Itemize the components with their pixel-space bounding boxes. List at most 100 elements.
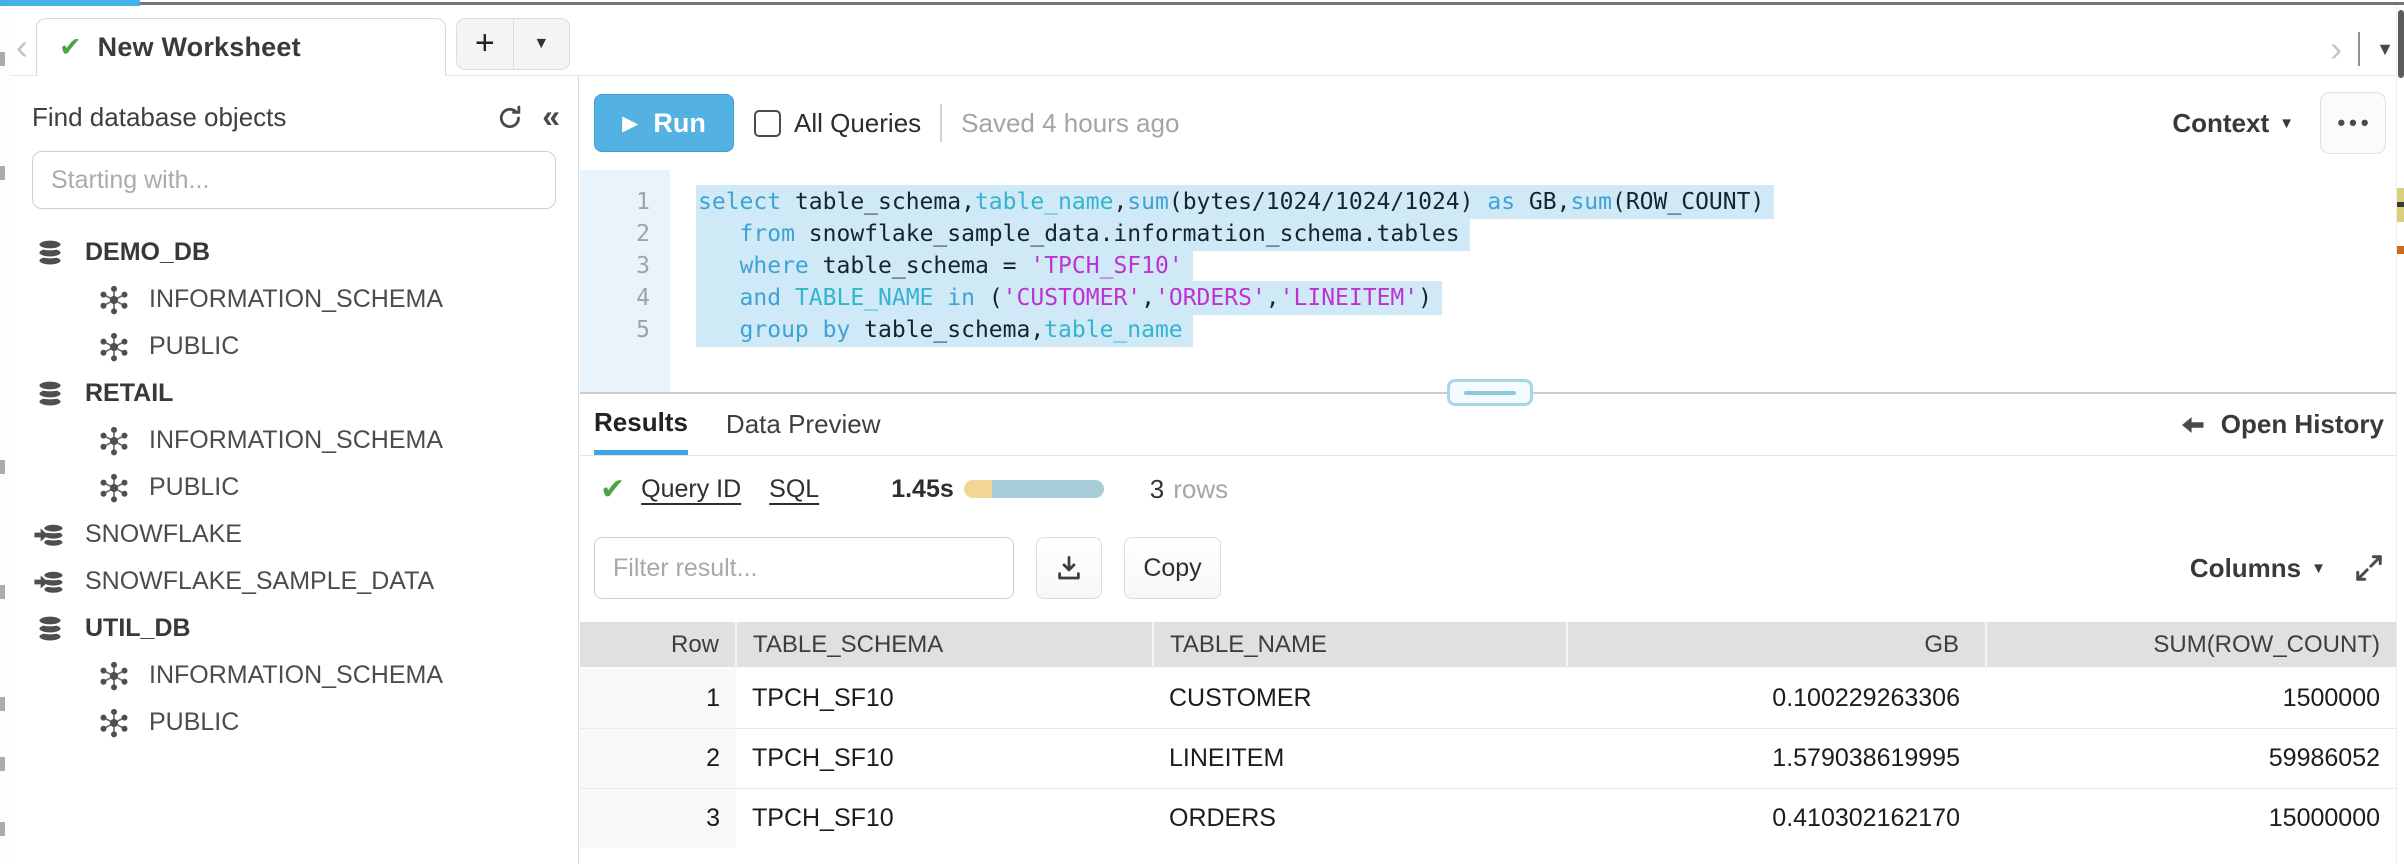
run-button[interactable]: ▶ Run bbox=[594, 94, 734, 152]
plus-icon: + bbox=[475, 26, 495, 60]
database-icon bbox=[32, 235, 68, 271]
saved-status: Saved 4 hours ago bbox=[961, 108, 1179, 139]
all-queries-toggle[interactable]: All Queries bbox=[754, 108, 921, 139]
left-edge-fragment bbox=[0, 460, 5, 474]
row-number-cell: 1 bbox=[580, 668, 736, 728]
divider bbox=[2358, 32, 2360, 66]
worksheet-tab[interactable]: ✔ New Worksheet bbox=[36, 18, 446, 76]
tabs-scroll-left-button[interactable]: ‹ bbox=[16, 29, 28, 65]
tree-item-database[interactable]: RETAIL bbox=[10, 370, 578, 417]
tree-item-database[interactable]: UTIL_DB bbox=[10, 605, 578, 652]
tree-item-database[interactable]: SNOWFLAKE bbox=[10, 511, 578, 558]
tree-item-schema[interactable]: INFORMATION_SCHEMA bbox=[10, 276, 578, 323]
scrollbar-thumb[interactable] bbox=[2398, 10, 2404, 78]
worksheets-menu-button[interactable]: ▼ bbox=[2376, 39, 2394, 60]
code-line[interactable]: 2 from snowflake_sample_data.information… bbox=[580, 218, 2396, 250]
object-search-input[interactable] bbox=[32, 151, 556, 209]
refresh-objects-button[interactable] bbox=[496, 104, 524, 132]
caret-down-icon: ▼ bbox=[2311, 560, 2326, 577]
left-edge-fragment bbox=[0, 822, 5, 836]
filter-results-input[interactable] bbox=[594, 537, 1014, 599]
code-line[interactable]: 5 group by table_schema,table_name bbox=[580, 314, 2396, 346]
tree-item-label: RETAIL bbox=[85, 379, 173, 408]
duration-bar bbox=[964, 480, 1104, 498]
results-actions-right: Columns ▼ bbox=[2190, 553, 2384, 584]
tab-results[interactable]: Results bbox=[594, 394, 688, 455]
panel-resize-handle[interactable] bbox=[1447, 379, 1533, 406]
new-worksheet-button[interactable]: + bbox=[457, 19, 514, 69]
column-header[interactable]: Row bbox=[580, 622, 736, 668]
tree-item-label: PUBLIC bbox=[149, 473, 239, 502]
tab-data-preview[interactable]: Data Preview bbox=[726, 394, 881, 455]
all-queries-checkbox[interactable] bbox=[754, 110, 781, 137]
tree-item-schema[interactable]: PUBLIC bbox=[10, 464, 578, 511]
editor-annotation-mark bbox=[2397, 246, 2404, 254]
tree-item-schema[interactable]: PUBLIC bbox=[10, 699, 578, 746]
table-cell: 1500000 bbox=[1986, 668, 2396, 728]
more-options-button[interactable]: ••• bbox=[2320, 92, 2386, 154]
table-cell: TPCH_SF10 bbox=[736, 728, 1153, 788]
row-number-cell: 3 bbox=[580, 788, 736, 848]
table-cell: ORDERS bbox=[1153, 788, 1567, 848]
table-cell: 59986052 bbox=[1986, 728, 2396, 788]
duration-bar-warm bbox=[964, 480, 992, 498]
open-history-label: Open History bbox=[2221, 409, 2384, 440]
download-icon bbox=[1054, 553, 1084, 583]
window-top-border bbox=[0, 2, 2404, 5]
column-header[interactable]: SUM(ROW_COUNT) bbox=[1986, 622, 2396, 668]
shared-database-icon bbox=[32, 517, 68, 553]
tree-item-database[interactable]: DEMO_DB bbox=[10, 229, 578, 276]
window-scrollbar bbox=[2396, 6, 2404, 864]
columns-dropdown[interactable]: Columns ▼ bbox=[2190, 553, 2326, 584]
context-dropdown[interactable]: Context ▼ bbox=[2172, 108, 2294, 139]
table-cell: TPCH_SF10 bbox=[736, 668, 1153, 728]
database-icon bbox=[32, 611, 68, 647]
schema-icon bbox=[96, 423, 132, 459]
tree-item-label: INFORMATION_SCHEMA bbox=[149, 426, 443, 455]
sql-editor[interactable]: 1select table_schema,table_name,sum(byte… bbox=[580, 170, 2396, 392]
line-number: 1 bbox=[580, 186, 670, 218]
code-line[interactable]: 4 and TABLE_NAME in ('CUSTOMER','ORDERS'… bbox=[580, 282, 2396, 314]
tree-item-database[interactable]: SNOWFLAKE_SAMPLE_DATA bbox=[10, 558, 578, 605]
line-number: 2 bbox=[580, 218, 670, 250]
worksheet-tab-menu-button[interactable]: ▼ bbox=[514, 19, 570, 69]
collapse-sidebar-button[interactable]: « bbox=[542, 100, 560, 132]
tree-item-schema[interactable]: PUBLIC bbox=[10, 323, 578, 370]
table-row[interactable]: 2TPCH_SF10LINEITEM1.57903861999559986052 bbox=[580, 728, 2396, 788]
tab-actions-group: + ▼ bbox=[456, 18, 570, 70]
caret-down-icon: ▼ bbox=[2279, 115, 2294, 132]
column-header[interactable]: TABLE_NAME bbox=[1153, 622, 1567, 668]
tree-item-schema[interactable]: INFORMATION_SCHEMA bbox=[10, 417, 578, 464]
table-row[interactable]: 1TPCH_SF10CUSTOMER0.1002292633061500000 bbox=[580, 668, 2396, 728]
column-header[interactable]: GB bbox=[1567, 622, 1986, 668]
line-number: 4 bbox=[580, 282, 670, 314]
worksheet-panel: ▶ Run All Queries Saved 4 hours ago Cont… bbox=[580, 76, 2396, 864]
column-header[interactable]: TABLE_SCHEMA bbox=[736, 622, 1153, 668]
table-cell: LINEITEM bbox=[1153, 728, 1567, 788]
schema-icon bbox=[96, 705, 132, 741]
query-id-link[interactable]: Query ID bbox=[641, 475, 741, 504]
table-row[interactable]: 3TPCH_SF10ORDERS0.41030216217015000000 bbox=[580, 788, 2396, 848]
open-history-button[interactable]: Open History bbox=[2179, 394, 2396, 455]
download-results-button[interactable] bbox=[1036, 537, 1102, 599]
tree-item-label: DEMO_DB bbox=[85, 238, 210, 267]
all-queries-label: All Queries bbox=[794, 108, 921, 139]
table-cell: 15000000 bbox=[1986, 788, 2396, 848]
table-cell: CUSTOMER bbox=[1153, 668, 1567, 728]
code-line[interactable]: 1select table_schema,table_name,sum(byte… bbox=[580, 186, 2396, 218]
query-success-icon: ✔ bbox=[600, 472, 625, 507]
row-count-value: 3 bbox=[1150, 474, 1164, 504]
sidebar-title: Find database objects bbox=[32, 102, 286, 133]
left-edge-fragment bbox=[0, 757, 5, 771]
sql-link[interactable]: SQL bbox=[769, 475, 819, 504]
code-line[interactable]: 3 where table_schema = 'TPCH_SF10' bbox=[580, 250, 2396, 282]
tree-item-label: INFORMATION_SCHEMA bbox=[149, 661, 443, 690]
tree-item-schema[interactable]: INFORMATION_SCHEMA bbox=[10, 652, 578, 699]
ellipsis-icon: ••• bbox=[2337, 110, 2372, 136]
expand-results-button[interactable] bbox=[2354, 553, 2384, 583]
divider bbox=[940, 104, 942, 142]
tabs-scroll-right-button[interactable]: › bbox=[2330, 31, 2342, 67]
results-panel: Results Data Preview Open History ✔ Quer… bbox=[580, 392, 2396, 848]
schema-icon bbox=[96, 470, 132, 506]
copy-results-button[interactable]: Copy bbox=[1124, 537, 1221, 599]
